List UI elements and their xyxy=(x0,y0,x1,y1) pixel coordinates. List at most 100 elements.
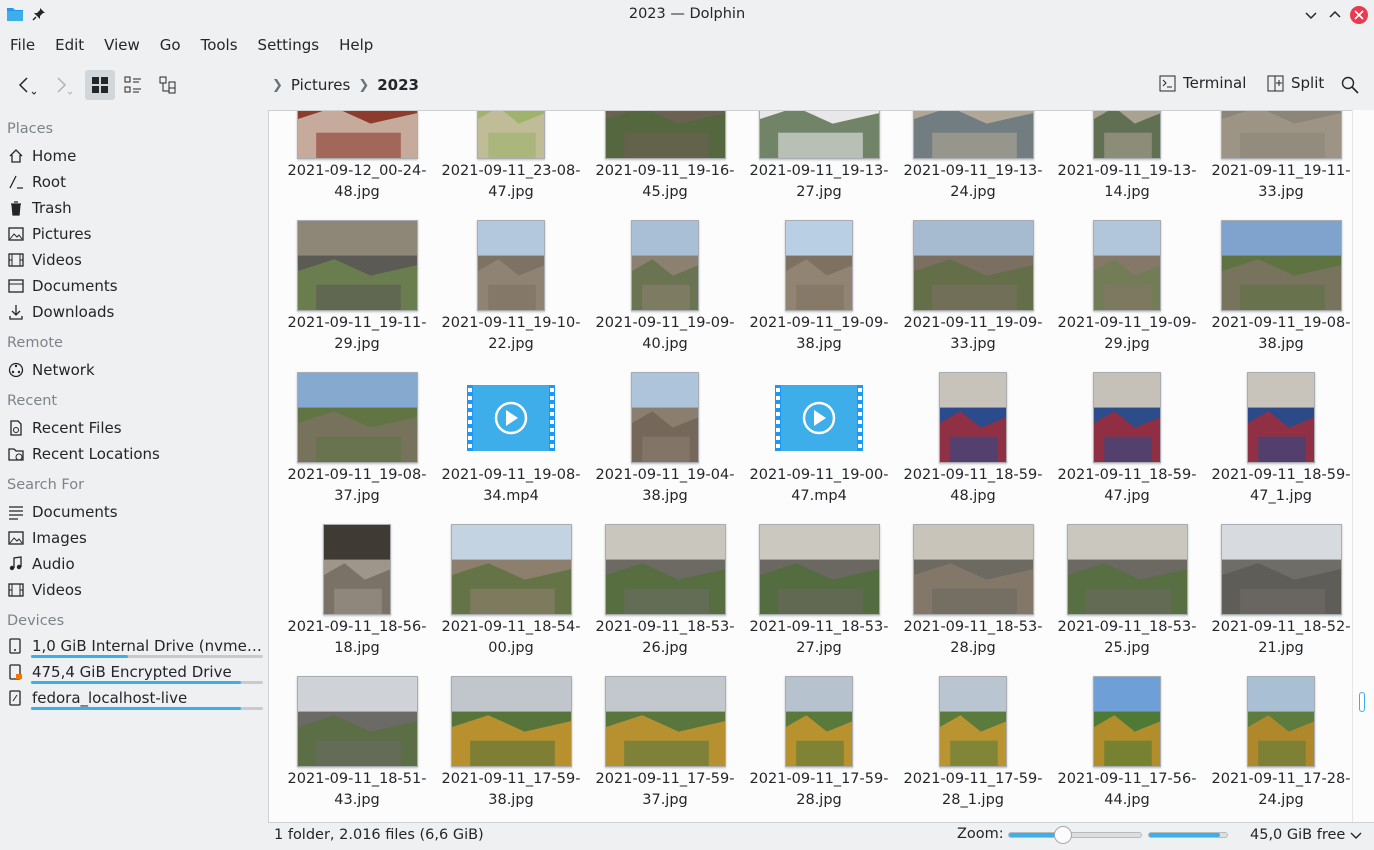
image-thumbnail xyxy=(1247,676,1315,767)
image-thumbnail xyxy=(939,372,1007,463)
maximize-icon xyxy=(1329,10,1341,18)
minimize-icon xyxy=(1305,12,1317,20)
sidebar-item-videos[interactable]: Videos xyxy=(7,248,263,272)
menu-file[interactable]: File xyxy=(0,32,45,60)
sidebar-item-search-images[interactable]: Images xyxy=(7,526,263,550)
back-icon xyxy=(18,77,36,95)
terminal-button[interactable]: Terminal xyxy=(1159,74,1246,92)
recent-heading: Recent xyxy=(7,393,58,409)
image-thumbnail xyxy=(1093,220,1161,311)
split-button[interactable]: Split xyxy=(1267,74,1324,92)
menu-help[interactable]: Help xyxy=(329,32,383,60)
image-thumbnail xyxy=(1220,524,1342,615)
file-name-label: 2021-09-11_18-56- 18.jpg xyxy=(287,619,427,656)
details-view-icon xyxy=(159,76,176,94)
file-name-label: 2021-09-11_17-28- 24.jpg xyxy=(1211,771,1351,808)
sidebar-item-recent-files[interactable]: Recent Files xyxy=(7,416,263,440)
drive-usage-bar xyxy=(31,655,263,658)
menu-view[interactable]: View xyxy=(94,32,150,60)
sidebar-item-pictures[interactable]: Pictures xyxy=(7,222,263,246)
split-icon xyxy=(1267,75,1284,91)
chevron-down-icon[interactable] xyxy=(1350,829,1362,841)
zoom-slider[interactable] xyxy=(1008,826,1142,844)
drive-usage-bar xyxy=(31,707,263,710)
file-name-label: 2021-09-11_19-08- 34.mp4 xyxy=(441,467,581,504)
file-name-label: 2021-09-11_18-53- 25.jpg xyxy=(1057,619,1197,656)
sidebar-item-label: Images xyxy=(32,529,87,547)
terminal-label: Terminal xyxy=(1183,74,1247,92)
vertical-scrollbar[interactable] xyxy=(1352,110,1374,822)
compact-view-icon xyxy=(124,76,141,93)
file-name-label: 2021-09-11_18-59- 48.jpg xyxy=(903,467,1043,504)
downloads-icon xyxy=(7,304,24,321)
close-button[interactable] xyxy=(1350,6,1368,24)
file-name-label: 2021-09-11_19-09- 29.jpg xyxy=(1057,315,1197,352)
icons-view-button[interactable] xyxy=(85,70,115,100)
minimize-button[interactable] xyxy=(1302,6,1320,24)
thumbnail-container xyxy=(441,669,581,767)
image-thumbnail xyxy=(296,676,418,767)
sidebar-item-documents[interactable]: Documents xyxy=(7,274,263,298)
drive-usage-bar xyxy=(31,681,263,684)
breadcrumb-pictures[interactable]: Pictures xyxy=(291,76,350,94)
sidebar-item-search-documents[interactable]: Documents xyxy=(7,500,263,524)
thumbnail-container xyxy=(1211,517,1351,615)
sidebar-item-root[interactable]: Root xyxy=(7,170,263,194)
file-name-label: 2021-09-11_18-51- 43.jpg xyxy=(287,771,427,808)
thumbnail-container xyxy=(903,517,1043,615)
image-thumbnail xyxy=(450,524,572,615)
disk-space-bar xyxy=(1148,832,1228,838)
zoom-slider-handle[interactable] xyxy=(1053,826,1072,844)
sidebar-item-search-audio[interactable]: Audio xyxy=(7,552,263,576)
sidebar-item-network[interactable]: Network xyxy=(7,358,263,382)
chevron-right-icon[interactable]: ❯ xyxy=(272,78,283,93)
compact-view-button[interactable] xyxy=(118,70,148,100)
title-bar: 2023 — Dolphin xyxy=(0,0,1374,30)
scrollbar-thumb[interactable] xyxy=(1359,692,1365,712)
file-name-label: 2021-09-11_19-11- 29.jpg xyxy=(287,315,427,352)
sidebar-item-trash[interactable]: Trash xyxy=(7,196,263,220)
file-name-label: 2021-09-11_23-08- 47.jpg xyxy=(441,163,581,200)
remote-heading: Remote xyxy=(7,335,63,351)
image-thumbnail xyxy=(912,524,1034,615)
file-name-label: 2021-09-11_18-53- 26.jpg xyxy=(595,619,735,656)
recent-files-icon xyxy=(7,420,24,437)
free-space-label[interactable]: 45,0 GiB free xyxy=(1250,827,1345,843)
sidebar-item-search-videos[interactable]: Videos xyxy=(7,578,263,602)
sidebar-item-recent-locations[interactable]: Recent Locations xyxy=(7,442,263,466)
menu-bar: File Edit View Go Tools Settings Help xyxy=(0,32,383,60)
sidebar-item-label: Root xyxy=(32,173,66,191)
thumbnail-container xyxy=(1057,517,1197,615)
thumbnail-container xyxy=(441,517,581,615)
file-name-label: 2021-09-11_19-04- 38.jpg xyxy=(595,467,735,504)
thumbnail-container xyxy=(1057,213,1197,311)
image-thumbnail xyxy=(1247,372,1315,463)
video-file-icon xyxy=(467,385,555,451)
sidebar-item-home[interactable]: Home xyxy=(7,144,263,168)
sidebar-item-label: Recent Locations xyxy=(32,445,160,463)
menu-tools[interactable]: Tools xyxy=(191,32,248,60)
menu-go[interactable]: Go xyxy=(150,32,191,60)
sidebar-item-label: Recent Files xyxy=(32,419,122,437)
file-view[interactable]: 2021-09-12_00-24- 48.jpg 2021-09-11_23-08-… xyxy=(268,110,1374,822)
file-name-label: 2021-09-11_19-08- 38.jpg xyxy=(1211,315,1351,352)
thumbnail-container xyxy=(287,365,427,463)
chevron-right-icon[interactable]: ❯ xyxy=(358,78,369,93)
breadcrumb-current[interactable]: 2023 xyxy=(377,76,419,94)
image-thumbnail xyxy=(631,372,699,463)
maximize-button[interactable] xyxy=(1326,6,1344,24)
image-thumbnail xyxy=(296,220,418,311)
close-icon xyxy=(1354,10,1364,20)
thumbnail-container xyxy=(441,365,581,463)
menu-edit[interactable]: Edit xyxy=(45,32,94,60)
forward-icon xyxy=(57,77,72,95)
sidebar-item-downloads[interactable]: Downloads xyxy=(7,300,263,324)
back-button[interactable] xyxy=(10,70,40,100)
search-button[interactable] xyxy=(1335,70,1365,100)
details-view-button[interactable] xyxy=(153,70,183,100)
file-name-label: 2021-09-11_17-59- 38.jpg xyxy=(441,771,581,808)
sidebar-item-label: fedora_localhost-live xyxy=(31,689,188,707)
forward-button[interactable] xyxy=(46,70,76,100)
file-name-label: 2021-09-11_19-10- 22.jpg xyxy=(441,315,581,352)
menu-settings[interactable]: Settings xyxy=(248,32,330,60)
